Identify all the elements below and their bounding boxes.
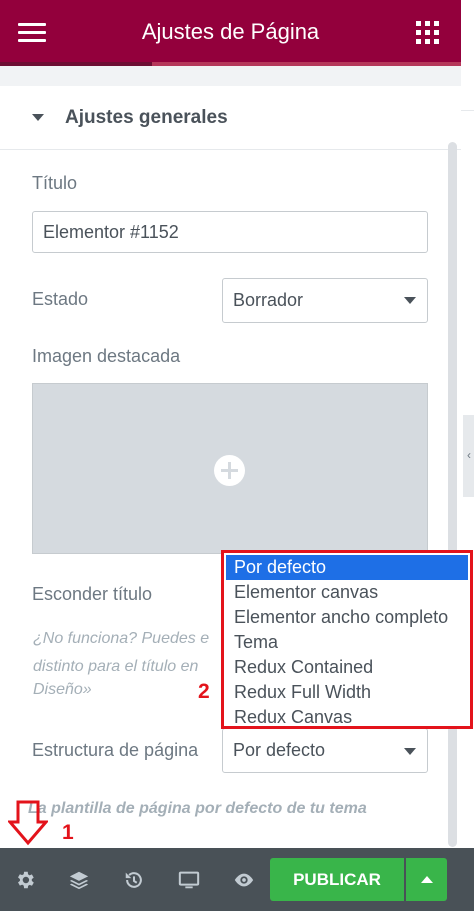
status-label: Estado (32, 289, 89, 309)
history-icon[interactable] (123, 869, 145, 891)
preview-eye-icon[interactable] (233, 869, 255, 891)
dropdown-option[interactable]: Redux Contained (226, 655, 468, 680)
title-input-value: Elementor #1152 (43, 221, 179, 242)
page-title: Ajustes de Página (141, 19, 320, 44)
hide-title-label: Esconder título (32, 584, 153, 604)
dropdown-option[interactable]: Tema (226, 630, 468, 655)
publish-button[interactable]: PUBLICAR (270, 858, 404, 901)
status-select[interactable]: Borrador (222, 278, 428, 323)
dropdown-option[interactable]: Elementor ancho completo (226, 605, 468, 630)
featured-image-label: Imagen destacada (32, 346, 181, 366)
page-layout-select-value: Por defecto (233, 740, 326, 760)
responsive-desktop-icon[interactable] (178, 869, 200, 891)
publish-options-caret-up-icon[interactable] (406, 858, 447, 901)
hide-title-note: ¿No funciona? Puedes e (33, 630, 210, 647)
page-layout-select[interactable]: Por defecto (222, 728, 428, 773)
preview-area: ‹ (461, 0, 474, 911)
page-layout-label: Estructura de página (32, 740, 199, 760)
gear-icon[interactable] (14, 869, 36, 891)
hide-title-note: distinto para el título en (33, 658, 199, 675)
widgets-grid-icon[interactable] (416, 21, 440, 45)
annotation-number-2: 2 (198, 680, 210, 703)
title-label: Título (32, 173, 78, 193)
hide-title-note: Diseño» (33, 681, 92, 698)
panel-scrollbar[interactable] (448, 142, 457, 847)
add-image-plus-icon[interactable] (214, 455, 245, 486)
page-layout-dropdown: Por defecto Elementor canvas Elementor anc… (221, 550, 473, 729)
chevron-down-icon (404, 748, 416, 755)
chevron-left-icon: ‹ (467, 448, 471, 462)
annotation-number-1: 1 (62, 821, 74, 844)
dropdown-option[interactable]: Por defecto (226, 555, 468, 580)
layers-icon[interactable] (68, 869, 90, 891)
annotation-arrow-down-icon (8, 800, 48, 846)
preview-divider (461, 110, 474, 111)
chevron-down-icon (404, 297, 416, 304)
caret-down-icon (32, 114, 44, 121)
title-input[interactable]: Elementor #1152 (32, 211, 428, 253)
section-title: Ajustes generales (65, 107, 228, 128)
page-layout-note: La plantilla de página por defecto de tu… (28, 800, 367, 817)
dropdown-options: Por defecto Elementor canvas Elementor anc… (226, 555, 468, 730)
publish-label: PUBLICAR (293, 869, 381, 889)
dropdown-option[interactable]: Redux Canvas (226, 705, 468, 730)
dropdown-option[interactable]: Elementor canvas (226, 580, 468, 605)
dropdown-option[interactable]: Redux Full Width (226, 680, 468, 705)
section-header[interactable]: Ajustes generales (0, 86, 461, 150)
status-select-value: Borrador (233, 290, 304, 310)
